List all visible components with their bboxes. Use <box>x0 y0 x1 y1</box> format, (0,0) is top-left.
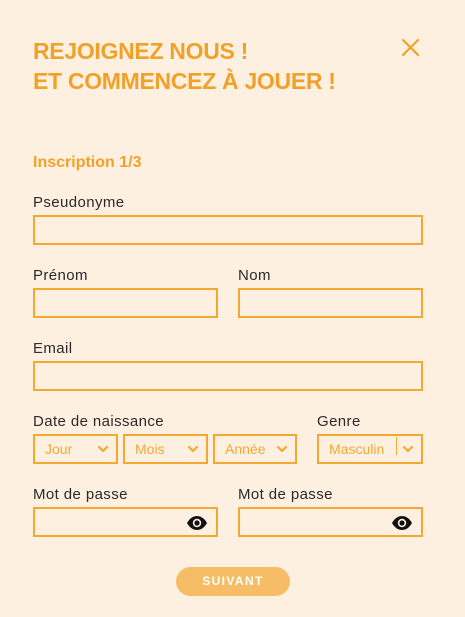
gender-select[interactable]: Masculin <box>317 434 423 464</box>
password-confirm-field[interactable] <box>238 507 423 537</box>
password-label: Mot de passe <box>33 486 128 503</box>
chevron-down-icon <box>97 445 109 453</box>
email-field[interactable] <box>33 361 423 391</box>
email-input[interactable] <box>35 363 421 389</box>
password-confirm-label: Mot de passe <box>238 486 333 503</box>
next-button[interactable]: SUIVANT <box>176 567 290 596</box>
title-line-2: ET COMMENCEZ À JOUER ! <box>33 68 336 94</box>
gender-select-value: Masculin <box>329 441 385 457</box>
birthdate-label: Date de naissance <box>33 413 165 430</box>
prenom-input[interactable] <box>35 290 216 316</box>
email-label: Email <box>33 340 73 357</box>
month-select[interactable]: Mois <box>123 434 208 464</box>
pseudonyme-label: Pseudonyme <box>33 194 125 211</box>
chevron-down-icon <box>276 445 288 453</box>
month-select-value: Mois <box>135 441 165 457</box>
year-select-value: Année <box>225 441 266 457</box>
eye-icon[interactable] <box>186 515 208 531</box>
nom-label: Nom <box>238 267 271 284</box>
nom-input[interactable] <box>240 290 421 316</box>
eye-icon[interactable] <box>391 515 413 531</box>
step-indicator: Inscription 1/3 <box>33 154 142 171</box>
password-field[interactable] <box>33 507 218 537</box>
day-select-value: Jour <box>45 441 73 457</box>
day-select[interactable]: Jour <box>33 434 118 464</box>
signup-modal: REJOIGNEZ NOUS ! ET COMMENCEZ À JOUER ! … <box>0 0 465 617</box>
prenom-label: Prénom <box>33 267 88 284</box>
nom-field[interactable] <box>238 288 423 318</box>
title-line-1: REJOIGNEZ NOUS ! <box>33 38 249 64</box>
select-divider <box>396 437 397 455</box>
chevron-down-icon <box>402 445 414 453</box>
pseudonyme-field[interactable] <box>33 215 423 245</box>
chevron-down-icon <box>187 445 199 453</box>
modal-title: REJOIGNEZ NOUS ! ET COMMENCEZ À JOUER ! <box>33 36 336 96</box>
year-select[interactable]: Année <box>213 434 297 464</box>
prenom-field[interactable] <box>33 288 218 318</box>
gender-label: Genre <box>317 413 361 430</box>
close-icon[interactable] <box>398 36 422 60</box>
pseudonyme-input[interactable] <box>35 217 421 243</box>
